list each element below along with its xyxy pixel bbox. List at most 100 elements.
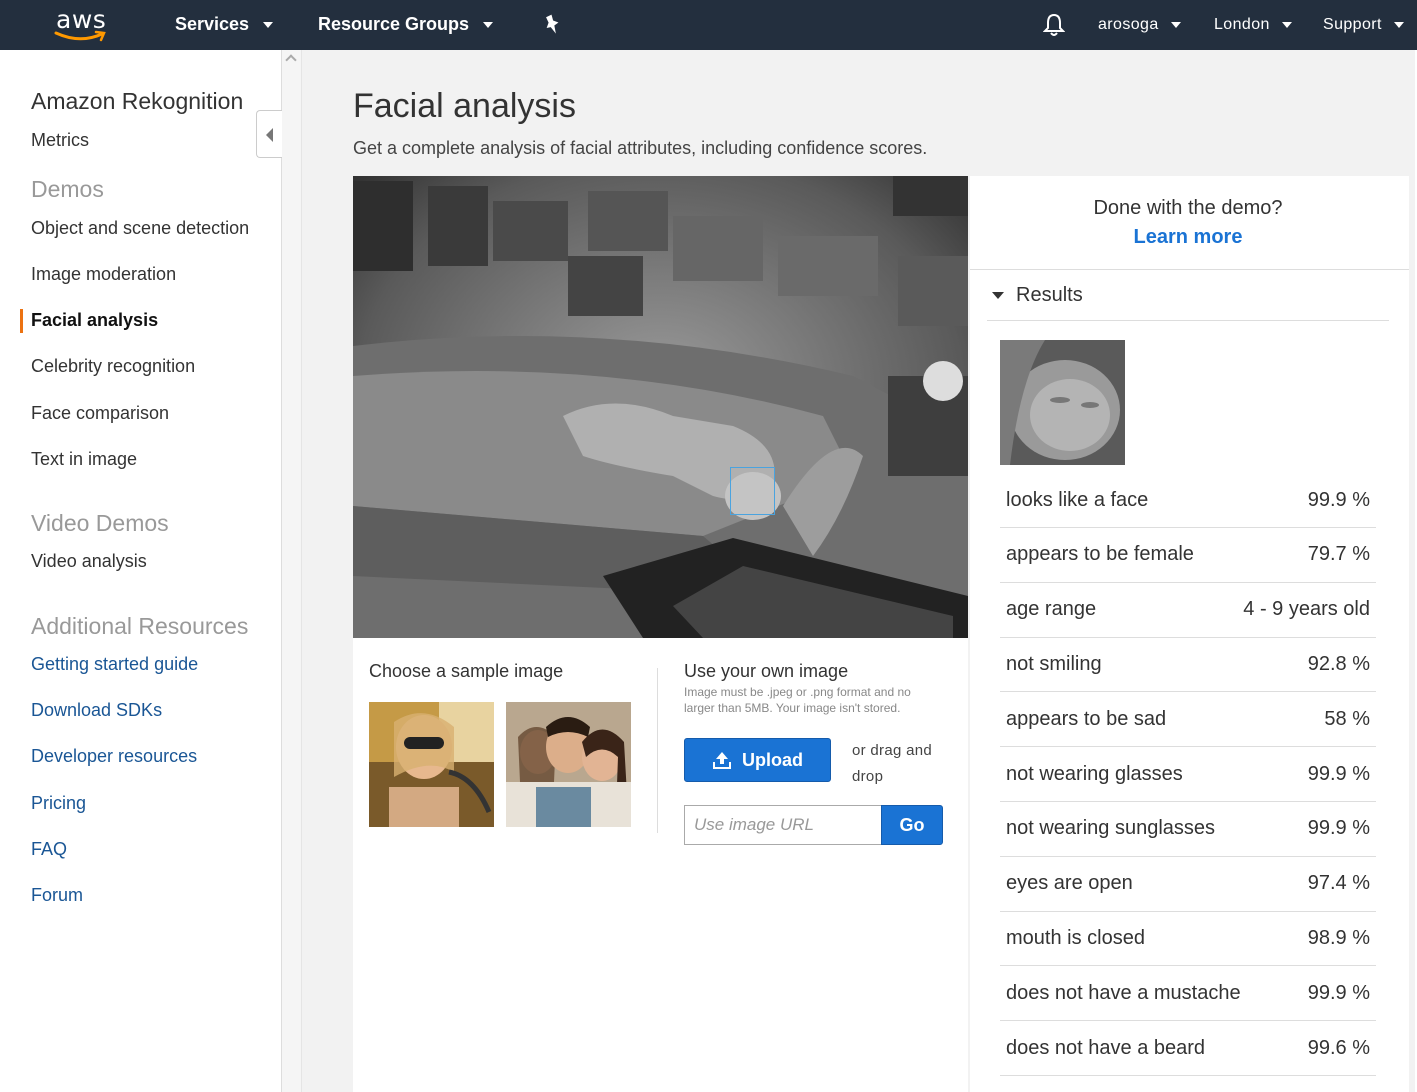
result-attribute-label: mouth is closed — [1006, 926, 1145, 949]
sidebar-item-getting-started[interactable]: Getting started guide — [31, 654, 198, 675]
user-menu[interactable]: arosoga — [1098, 16, 1181, 34]
resource-groups-menu[interactable]: Resource Groups — [318, 14, 494, 35]
result-row: age range 4 - 9 years old — [1000, 583, 1376, 638]
support-menu[interactable]: Support — [1323, 16, 1404, 34]
sidebar-item-metrics[interactable]: Metrics — [31, 130, 89, 151]
image-url-input[interactable] — [684, 805, 881, 845]
services-menu[interactable]: Services — [175, 14, 274, 35]
sample-image-2[interactable] — [506, 702, 631, 827]
pin-icon[interactable] — [544, 14, 562, 41]
sidebar-section-video-demos: Video Demos — [31, 510, 169, 536]
sample-image-heading: Choose a sample image — [369, 661, 564, 681]
sample-image-1[interactable] — [369, 702, 494, 827]
aws-smile-icon — [54, 30, 106, 42]
result-attribute-label: not wearing sunglasses — [1006, 817, 1216, 840]
aws-logo[interactable]: aws — [50, 5, 112, 44]
result-row: mouth is closed 98.9 % — [1000, 911, 1376, 967]
learn-more-link[interactable]: Learn more — [970, 226, 1406, 249]
upload-label: Upload — [742, 749, 803, 770]
caret-down-icon — [992, 292, 1004, 299]
sidebar-title: Amazon Rekognition — [31, 88, 244, 114]
upload-icon — [713, 752, 731, 769]
face-bounding-box[interactable] — [730, 467, 775, 515]
sidebar-section-additional-resources: Additional Resources — [31, 613, 249, 639]
user-name: arosoga — [1098, 16, 1159, 33]
page-subtitle: Get a complete analysis of facial attrib… — [353, 138, 928, 158]
support-label: Support — [1323, 16, 1382, 33]
result-row: not smiling 92.8 % — [1000, 637, 1376, 693]
result-attribute-label: appears to be female — [1006, 543, 1194, 566]
result-attribute-value: 99.9 % — [1307, 817, 1370, 840]
result-attribute-value: 99.9 % — [1307, 488, 1370, 511]
go-button[interactable]: Go — [881, 805, 943, 845]
result-row: not wearing glasses 99.9 % — [1000, 747, 1376, 802]
active-indicator — [20, 309, 23, 333]
region-label: London — [1214, 16, 1270, 33]
caret-down-icon — [263, 21, 274, 28]
sidebar-section-demos: Demos — [31, 176, 104, 202]
bell-icon[interactable] — [1042, 13, 1066, 42]
results-toggle[interactable]: Results — [992, 284, 1083, 307]
result-attribute-value: 99.9 % — [1307, 981, 1370, 1004]
result-attribute-value: 99.6 % — [1307, 1036, 1370, 1059]
result-attribute-label: age range — [1006, 598, 1097, 621]
resource-groups-label: Resource Groups — [318, 14, 470, 34]
sidebar-item-text-in-image[interactable]: Text in image — [31, 449, 137, 470]
sidebar-item-developer-resources[interactable]: Developer resources — [31, 746, 197, 767]
page-title: Facial analysis — [353, 87, 576, 125]
result-attribute-label: not wearing glasses — [1006, 762, 1183, 785]
sidebar-item-download-sdks[interactable]: Download SDKs — [31, 700, 162, 721]
upload-button[interactable]: Upload — [684, 738, 831, 782]
result-attribute-value: 98.9 % — [1307, 926, 1370, 949]
result-attribute-label: does not have a mustache — [1006, 981, 1241, 1004]
result-attribute-value: 97.4 % — [1307, 872, 1370, 895]
region-menu[interactable]: London — [1214, 16, 1292, 34]
collapse-arrow-icon — [266, 128, 273, 142]
sidebar-item-facial-analysis[interactable]: Facial analysis — [31, 310, 158, 331]
own-image-heading: Use your own image — [684, 661, 849, 681]
result-attribute-label: looks like a face — [1006, 488, 1149, 511]
caret-down-icon — [1170, 22, 1181, 28]
sidebar-item-video-analysis[interactable]: Video analysis — [31, 551, 147, 572]
section-divider — [657, 668, 658, 833]
analyzed-photo — [353, 176, 968, 638]
results-label: Results — [1016, 284, 1083, 306]
sidebar-item-pricing[interactable]: Pricing — [31, 793, 86, 814]
sidebar-item-faq[interactable]: FAQ — [31, 839, 67, 860]
sidebar-scrollbar[interactable] — [282, 50, 302, 1092]
caret-down-icon — [1281, 22, 1292, 28]
result-row: not wearing sunglasses 99.9 % — [1000, 802, 1376, 857]
divider — [987, 320, 1389, 321]
drag-drop-hint: or drag and drop — [852, 742, 933, 785]
services-label: Services — [175, 14, 250, 34]
result-row: appears to be female 79.7 % — [1000, 528, 1376, 583]
caret-down-icon — [483, 21, 494, 28]
sidebar-item-celebrity-recognition[interactable]: Celebrity recognition — [31, 356, 195, 377]
result-attribute-label: eyes are open — [1006, 872, 1133, 895]
results-panel: Done with the demo? Learn more Results l… — [970, 176, 1409, 1092]
sidebar: Amazon Rekognition Metrics Demos Object … — [0, 50, 282, 1092]
result-attribute-value: 99.9 % — [1307, 762, 1370, 785]
result-attribute-value: 92.8 % — [1307, 652, 1370, 675]
sidebar-item-object-scene-detection[interactable]: Object and scene detection — [31, 218, 249, 239]
sidebar-item-image-moderation[interactable]: Image moderation — [31, 264, 176, 285]
scroll-up-icon[interactable] — [285, 54, 297, 66]
divider — [970, 269, 1409, 270]
result-row: appears to be sad 58 % — [1000, 692, 1376, 748]
result-row: does not have a beard 99.6 % — [1000, 1021, 1376, 1076]
result-row: does not have a mustache 99.9 % — [1000, 966, 1376, 1022]
result-attribute-label: does not have a beard — [1006, 1036, 1206, 1059]
result-attribute-label: appears to be sad — [1006, 707, 1167, 730]
detected-face-thumbnail — [1000, 340, 1125, 465]
result-attribute-value: 79.7 % — [1307, 543, 1370, 566]
result-attribute-value: 58 % — [1324, 707, 1370, 730]
result-attribute-label: not smiling — [1006, 652, 1102, 675]
sidebar-collapse-button[interactable] — [256, 110, 283, 158]
result-row: looks like a face 99.9 % — [1000, 473, 1376, 528]
top-navigation: aws Services Resource Groups arosoga Lon… — [0, 0, 1417, 50]
demo-panel: Choose a sample image Use your own image… — [353, 176, 968, 1092]
result-attribute-value: 4 - 9 years old — [1243, 598, 1370, 621]
sidebar-item-face-comparison[interactable]: Face comparison — [31, 403, 169, 424]
caret-down-icon — [1393, 22, 1404, 28]
sidebar-item-forum[interactable]: Forum — [31, 885, 83, 906]
